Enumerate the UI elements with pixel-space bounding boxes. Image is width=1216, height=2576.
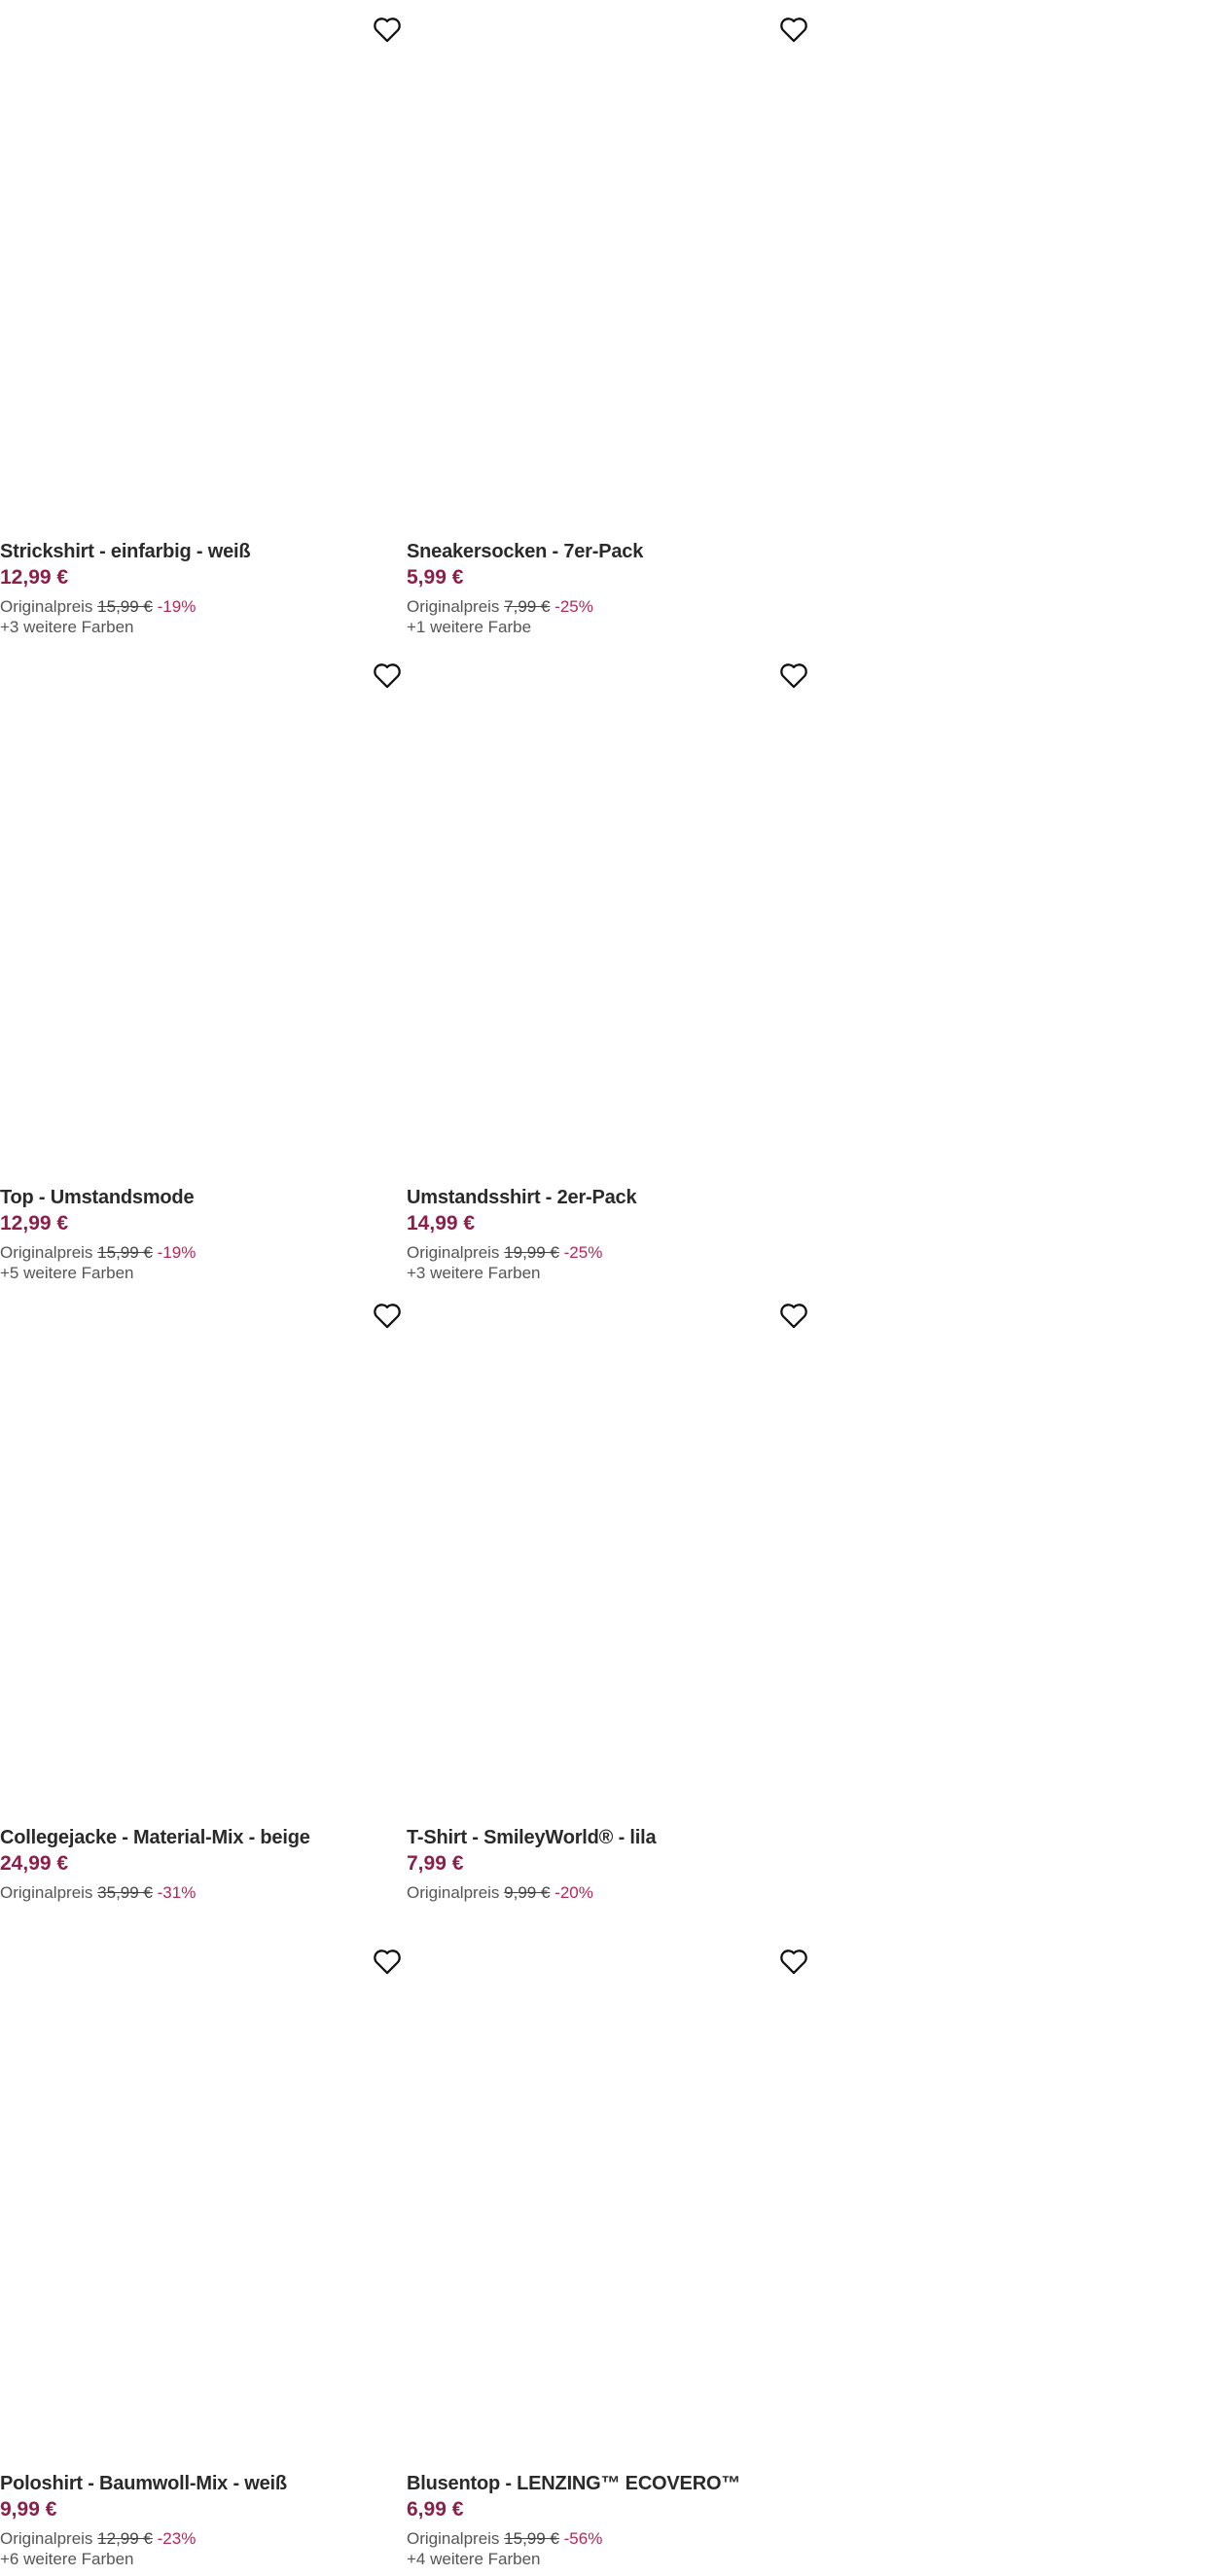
product-price: 5,99 € xyxy=(407,566,464,589)
product-image[interactable] xyxy=(407,0,813,525)
original-price-row: Originalpreis 15,99 € -19% xyxy=(0,596,407,617)
original-price-row: Originalpreis 12,99 € -23% xyxy=(0,2528,407,2549)
original-price-label: Originalpreis xyxy=(0,1243,93,1262)
original-price-label: Originalpreis xyxy=(407,1243,500,1262)
original-price: 15,99 € xyxy=(97,1243,153,1262)
discount-badge: -19% xyxy=(157,597,197,616)
original-price: 19,99 € xyxy=(504,1243,559,1262)
more-colors-link[interactable]: +6 weitere Farben xyxy=(0,2549,407,2569)
product-title[interactable]: Umstandsshirt - 2er-Pack xyxy=(407,1185,813,1210)
original-price: 7,99 € xyxy=(504,597,551,616)
more-colors-link[interactable]: +5 weitere Farben xyxy=(0,1263,407,1283)
product-title[interactable]: Collegejacke - Material-Mix - beige xyxy=(0,1825,407,1850)
original-price-label: Originalpreis xyxy=(407,2529,500,2548)
product-title[interactable]: Strickshirt - einfarbig - weiß xyxy=(0,539,407,564)
heart-outline-icon xyxy=(371,13,404,46)
heart-outline-icon xyxy=(777,1945,810,1978)
original-price-label: Originalpreis xyxy=(407,597,500,616)
wishlist-button[interactable] xyxy=(774,1296,813,1335)
original-price-label: Originalpreis xyxy=(407,1883,500,1902)
original-price-label: Originalpreis xyxy=(0,2529,93,2548)
wishlist-button[interactable] xyxy=(368,10,407,49)
more-colors-link[interactable]: +1 weitere Farbe xyxy=(407,617,813,637)
product-image[interactable] xyxy=(407,1932,813,2457)
product-price: 7,99 € xyxy=(407,1852,464,1875)
product-title[interactable]: T-Shirt - SmileyWorld® - lila xyxy=(407,1825,813,1850)
wishlist-button[interactable] xyxy=(774,656,813,695)
original-price-row: Originalpreis 35,99 € -31% xyxy=(0,1882,407,1903)
product-price: 24,99 € xyxy=(0,1852,69,1875)
product-price: 14,99 € xyxy=(407,1212,476,1234)
heart-outline-icon xyxy=(371,659,404,692)
discount-badge: -23% xyxy=(157,2529,197,2548)
discount-badge: -56% xyxy=(563,2529,603,2548)
original-price: 12,99 € xyxy=(97,2529,153,2548)
original-price-row: Originalpreis 15,99 € -56% xyxy=(407,2528,813,2549)
original-price: 15,99 € xyxy=(504,2529,559,2548)
more-colors-link[interactable]: +3 weitere Farben xyxy=(0,617,407,637)
discount-badge: -25% xyxy=(563,1243,603,1262)
original-price: 15,99 € xyxy=(97,597,153,616)
wishlist-button[interactable] xyxy=(368,1296,407,1335)
product-image[interactable] xyxy=(0,646,407,1171)
heart-outline-icon xyxy=(777,13,810,46)
product-title[interactable]: Poloshirt - Baumwoll-Mix - weiß xyxy=(0,2471,407,2496)
discount-badge: -25% xyxy=(554,597,593,616)
heart-outline-icon xyxy=(777,1299,810,1332)
discount-badge: -19% xyxy=(157,1243,197,1262)
product-price: 12,99 € xyxy=(0,1212,69,1234)
wishlist-button[interactable] xyxy=(368,656,407,695)
original-price: 35,99 € xyxy=(97,1883,153,1902)
heart-outline-icon xyxy=(371,1945,404,1978)
heart-outline-icon xyxy=(371,1299,404,1332)
product-image[interactable] xyxy=(0,0,407,525)
discount-badge: -20% xyxy=(554,1883,593,1902)
product-price: 12,99 € xyxy=(0,566,69,589)
product-image[interactable] xyxy=(407,646,813,1171)
wishlist-button[interactable] xyxy=(368,1942,407,1981)
product-image[interactable] xyxy=(0,1932,407,2457)
original-price-row: Originalpreis 15,99 € -19% xyxy=(0,1242,407,1263)
product-price: 6,99 € xyxy=(407,2498,464,2521)
more-colors-link[interactable]: +4 weitere Farben xyxy=(407,2549,813,2569)
product-price: 9,99 € xyxy=(0,2498,57,2521)
product-image[interactable] xyxy=(407,1286,813,1811)
product-title[interactable]: Sneakersocken - 7er-Pack xyxy=(407,539,813,564)
original-price: 9,99 € xyxy=(504,1883,551,1902)
wishlist-button[interactable] xyxy=(774,10,813,49)
original-price-row: Originalpreis 9,99 € -20% xyxy=(407,1882,813,1903)
product-title[interactable]: Top - Umstandsmode xyxy=(0,1185,407,1210)
original-price-label: Originalpreis xyxy=(0,1883,93,1902)
wishlist-button[interactable] xyxy=(774,1942,813,1981)
original-price-row: Originalpreis 7,99 € -25% xyxy=(407,596,813,617)
original-price-label: Originalpreis xyxy=(0,597,93,616)
original-price-row: Originalpreis 19,99 € -25% xyxy=(407,1242,813,1263)
heart-outline-icon xyxy=(777,659,810,692)
discount-badge: -31% xyxy=(157,1883,197,1902)
product-title[interactable]: Blusentop - LENZING™ ECOVERO™ xyxy=(407,2471,813,2496)
product-image[interactable] xyxy=(0,1286,407,1811)
more-colors-link[interactable]: +3 weitere Farben xyxy=(407,1263,813,1283)
